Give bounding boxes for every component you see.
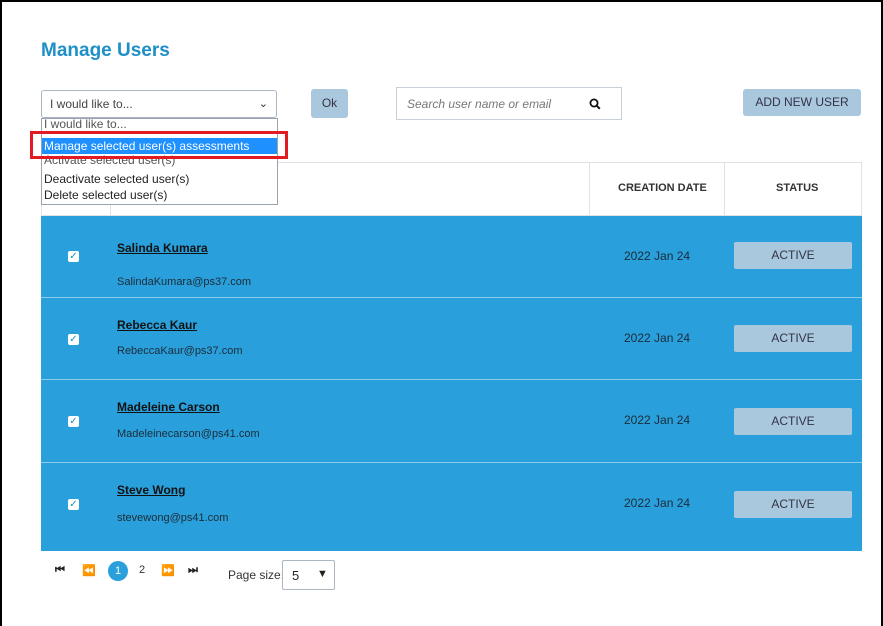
creation-date: 2022 Jan 24 [624,413,691,427]
user-email: SalindaKumara@ps37.com [117,276,252,288]
creation-date: 2022 Jan 24 [624,331,691,345]
creation-date: 2022 Jan 24 [624,249,691,263]
user-name-link[interactable]: Steve Wong [117,483,185,497]
triangle-down-icon: ▼ [317,568,328,580]
dropdown-option-delete[interactable]: Delete selected user(s) [42,187,277,203]
previous-page-icon[interactable]: ⏪ [82,564,96,577]
chevron-down-icon: ⌄ [258,98,268,110]
user-email: stevewong@ps41.com [117,512,229,524]
search-icon[interactable] [589,98,601,110]
user-name-link[interactable]: Salinda Kumara [117,241,208,255]
page-size-label: Page size: [228,568,285,582]
dropdown-option-deactivate[interactable]: Deactivate selected user(s) [42,171,277,187]
window-border-left [0,0,2,626]
last-page-icon[interactable]: ⏭ [188,564,198,577]
dropdown-option[interactable]: I would like to... [42,119,277,131]
status-button[interactable]: ACTIVE [734,242,852,269]
table-row[interactable]: ✓ Steve Wong stevewong@ps41.com 2022 Jan… [41,464,862,551]
header-divider [589,163,590,217]
status-button[interactable]: ACTIVE [734,491,852,518]
action-select-value: I would like to... [50,97,133,111]
user-name-link[interactable]: Madeleine Carson [117,400,220,414]
creation-date: 2022 Jan 24 [624,496,691,510]
status-button[interactable]: ACTIVE [734,325,852,352]
table-row[interactable]: ✓ Rebecca Kaur RebeccaKaur@ps37.com 2022… [41,298,862,380]
table-row[interactable]: ✓ Madeleine Carson Madeleinecarson@ps41.… [41,381,862,463]
user-email: Madeleinecarson@ps41.com [117,428,260,440]
column-header-status[interactable]: STATUS [776,182,818,194]
add-new-user-button[interactable]: ADD NEW USER [743,89,861,116]
page-title: Manage Users [41,40,170,61]
header-divider [724,163,725,217]
page-size-select[interactable]: 5 ▼ [282,560,335,590]
page-size-value: 5 [292,568,300,583]
ok-button[interactable]: Ok [311,89,348,118]
first-page-icon[interactable]: ⏮ [55,564,65,577]
window-border-top [0,0,883,2]
row-checkbox[interactable]: ✓ [68,251,79,262]
action-select[interactable]: I would like to... ⌄ [41,90,277,118]
search-box[interactable] [396,87,622,120]
user-name-link[interactable]: Rebecca Kaur [117,318,197,332]
column-header-creation-date[interactable]: CREATION DATE [618,182,707,194]
user-email: RebeccaKaur@ps37.com [117,345,243,357]
row-checkbox[interactable]: ✓ [68,334,79,345]
page-1-button[interactable]: 1 [108,561,128,581]
table-row[interactable]: ✓ Salinda Kumara SalindaKumara@ps37.com … [41,216,862,298]
next-page-icon[interactable]: ⏩ [161,564,175,577]
user-table-body: ✓ Salinda Kumara SalindaKumara@ps37.com … [41,216,862,551]
page-2-button[interactable]: 2 [139,564,145,576]
highlight-annotation [30,131,288,159]
search-input[interactable] [405,94,579,114]
status-button[interactable]: ACTIVE [734,408,852,435]
row-checkbox[interactable]: ✓ [68,416,79,427]
row-checkbox[interactable]: ✓ [68,499,79,510]
